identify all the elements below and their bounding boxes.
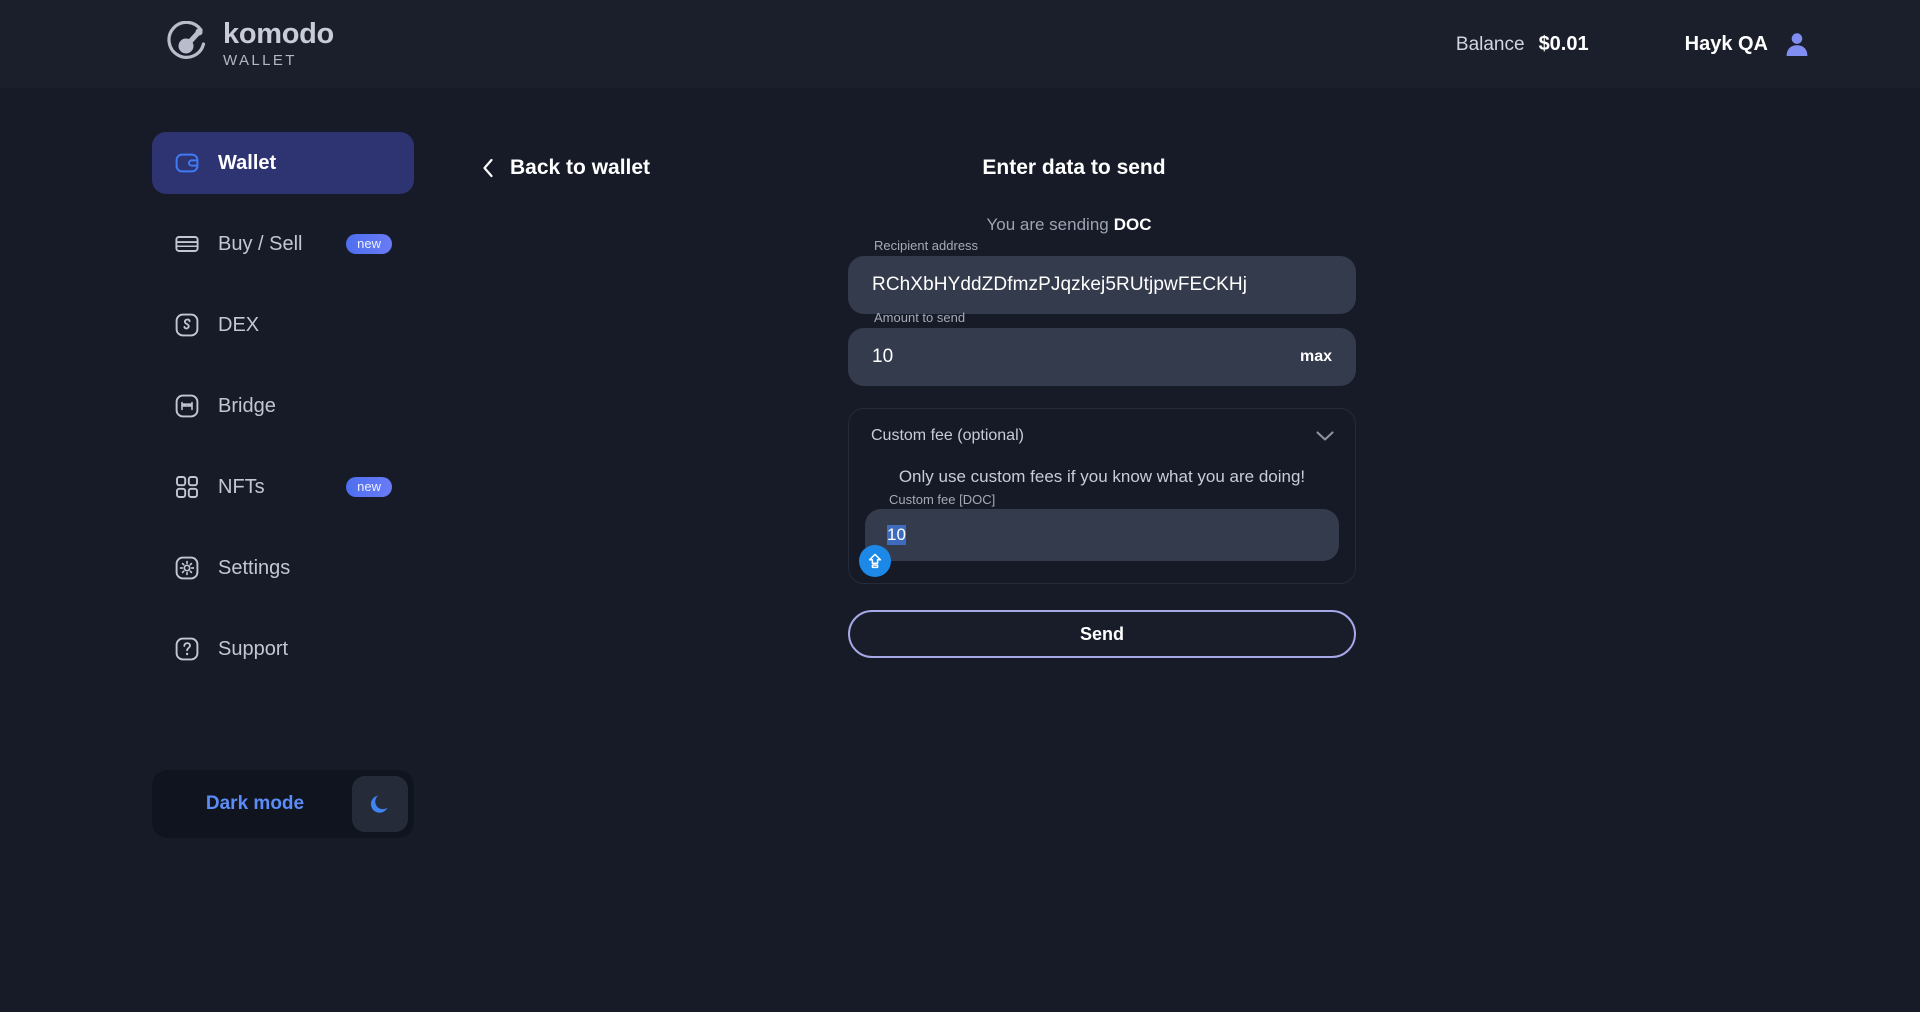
balance-value: $0.01 [1538,32,1589,55]
amount-to-send-field[interactable]: Amount to send 10 max [848,310,1356,386]
sending-prefix: You are sending [986,215,1109,234]
chevron-left-icon [483,158,493,178]
sidebar-item-buy-sell[interactable]: Buy / Sell new [152,213,414,275]
dark-mode-toggle[interactable]: Dark mode [152,770,414,838]
sidebar-item-wallet[interactable]: Wallet [152,132,414,194]
sidebar-item-bridge[interactable]: Bridge [152,375,414,437]
balance-display: Balance $0.01 [1456,33,1589,56]
brand-subtitle: WALLET [223,52,297,69]
custom-fee-header-label: Custom fee (optional) [871,427,1024,444]
app-root: komodo WALLET Balance $0.01 Hayk QA Wall… [0,0,1920,1012]
user-avatar-icon [1786,33,1808,56]
header-right: Balance $0.01 Hayk QA [1456,29,1812,59]
custom-fee-label: Custom fee [DOC] [889,492,996,507]
custom-fee-value[interactable]: 10 [887,525,907,545]
avatar[interactable] [1782,29,1812,59]
sidebar-label-support: Support [218,637,289,660]
sidebar-label-nfts: NFTs [218,475,265,498]
bridge-icon [175,394,199,418]
back-to-wallet-label: Back to wallet [510,156,651,179]
send-button[interactable]: Send [848,610,1356,658]
sidebar-badge-nfts: new [346,477,392,497]
sidebar-label-dex: DEX [218,313,260,336]
komodo-logo-icon [167,21,206,59]
recipient-address-label: Recipient address [874,238,979,253]
recipient-address-field[interactable]: Recipient address RChXbHYddZDfmzPJqzkej5… [848,238,1356,314]
card-icon [175,236,199,252]
gear-icon [175,556,199,580]
custom-fee-panel: Custom fee (optional) Only use custom fe… [848,408,1356,584]
amount-to-send-value[interactable]: 10 [872,346,893,368]
sidebar-label-bridge: Bridge [218,394,276,417]
sending-coin-line: You are sending DOC [744,215,1394,235]
sidebar-item-nfts[interactable]: NFTs new [152,456,414,518]
sending-ticker: DOC [1113,215,1152,234]
custom-fee-warning: Only use custom fees if you know what yo… [898,467,1306,486]
moon-icon [370,795,388,813]
chevron-down-icon[interactable] [1315,430,1335,442]
sidebar-item-support[interactable]: Support [152,618,414,680]
user-menu[interactable]: Hayk QA [1685,29,1812,59]
amount-to-send-label: Amount to send [874,310,966,325]
send-form: Recipient address RChXbHYddZDfmzPJqzkej5… [848,238,1356,658]
wallet-icon [175,153,199,173]
custom-fee-field[interactable]: Custom fee [DOC] 10 [859,492,1339,577]
caps-lock-icon [859,545,891,577]
sidebar: Wallet Buy / Sell new DEX Bridge NFTs ne… [152,132,414,838]
grid-icon [176,476,198,498]
question-icon [175,637,199,661]
balance-label: Balance [1455,33,1525,55]
max-button[interactable]: max [1300,348,1332,366]
sidebar-label-wallet: Wallet [218,151,277,174]
custom-fee-header[interactable]: Custom fee (optional) [865,427,1339,445]
sidebar-badge-buy-sell: new [346,234,392,254]
page-title: Enter data to send [982,156,1166,179]
sidebar-item-dex[interactable]: DEX [152,294,414,356]
sidebar-label-buy-sell: Buy / Sell [218,232,303,255]
brand-name: komodo [223,18,334,50]
user-name: Hayk QA [1684,32,1768,55]
sidebar-label-settings: Settings [218,556,291,579]
recipient-address-value[interactable]: RChXbHYddZDfmzPJqzkej5RUtjpwFECKHj [872,274,1247,296]
caps-lock-arrow-icon [868,553,882,569]
swap-icon [175,313,199,337]
brand-text: komodo WALLET [223,18,334,69]
sidebar-item-settings[interactable]: Settings [152,537,414,599]
back-to-wallet-button[interactable]: Back to wallet [480,156,650,180]
dark-mode-label: Dark mode [205,793,305,814]
brand-logo-group[interactable]: komodo WALLET [163,20,334,68]
app-header: komodo WALLET Balance $0.01 Hayk QA [0,0,1920,88]
dark-mode-knob[interactable] [352,776,408,832]
